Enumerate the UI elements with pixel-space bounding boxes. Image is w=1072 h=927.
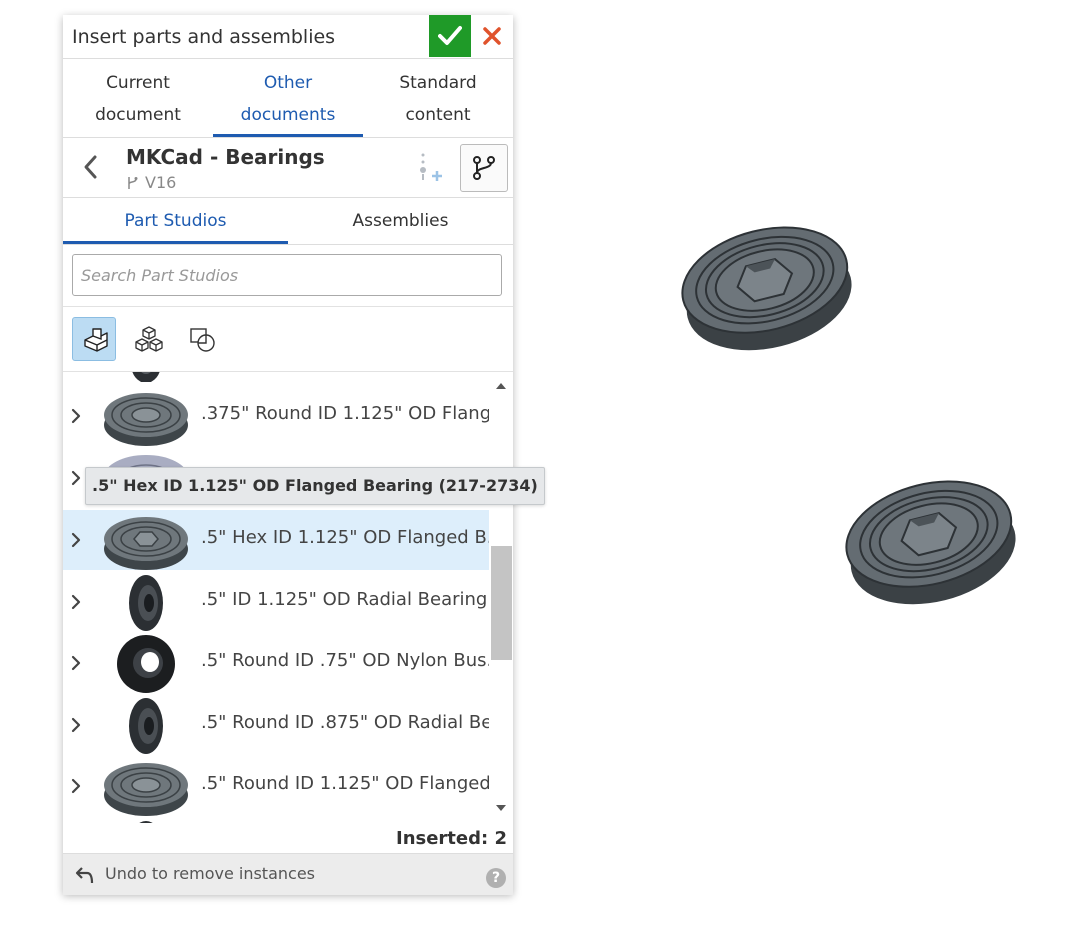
undo-remove-instances-link[interactable]: Undo to remove instances — [105, 864, 315, 883]
list-scrollbar[interactable] — [490, 372, 513, 823]
list-item[interactable] — [63, 372, 489, 382]
list-item[interactable]: .5" Round ID 1.125" OD Flanged ... — [63, 756, 489, 816]
hex-flanged-bearing-model-2[interactable] — [842, 468, 1018, 610]
list-item[interactable]: .5" Round ID .875" OD Radial Be... — [63, 695, 489, 755]
part-name: .5" Hex ID 1.125" OD Flanged B... — [201, 527, 489, 548]
expand-chevron-icon — [71, 778, 81, 794]
filter-parts-button[interactable] — [72, 317, 116, 361]
part-name: .375" Round ID 1.125" OD Flang... — [201, 403, 489, 424]
divider — [63, 306, 513, 307]
tab-assemblies[interactable]: Assemblies — [288, 198, 513, 244]
back-button[interactable] — [79, 152, 103, 182]
filter-multiple-parts-button[interactable] — [126, 317, 170, 361]
branch-icon — [473, 156, 495, 180]
thumbnail-hex-flanged-bearing-icon — [104, 517, 188, 570]
version-branch-icon — [128, 177, 138, 189]
thumbnail-nylon-bushing-icon — [117, 635, 175, 693]
part-name: .5" Round ID .875" OD Radial Be... — [201, 712, 489, 733]
thumbnail-radial-bearing-icon — [129, 698, 163, 754]
list-item[interactable]: .5" ID 1.125" OD Radial Bearing ... — [63, 572, 489, 632]
insert-configuration-icon — [420, 153, 442, 181]
tab-label-line2: documents — [240, 105, 336, 125]
tab-part-studios[interactable]: Part Studios — [63, 198, 288, 244]
tab-other-documents[interactable]: Other documents — [213, 59, 363, 137]
tab-label-line1: Current — [106, 73, 170, 93]
expand-chevron-icon — [71, 408, 81, 424]
part-name: .5" ID 1.125" OD Radial Bearing ... — [201, 589, 489, 610]
expand-chevron-icon — [71, 717, 81, 733]
dialog-title: Insert parts and assemblies — [72, 26, 336, 48]
tab-label-line2: content — [405, 105, 471, 125]
close-x-icon — [483, 27, 501, 45]
help-icon[interactable]: ? — [486, 868, 506, 888]
part-tooltip: .5" Hex ID 1.125" OD Flanged Bearing (21… — [85, 467, 545, 505]
list-item[interactable]: .375" Round ID 1.125" OD Flang... — [63, 386, 489, 446]
expand-chevron-icon — [71, 594, 81, 610]
expand-chevron-icon — [71, 532, 81, 548]
checkmark-icon — [438, 26, 462, 45]
part-icon — [84, 328, 108, 352]
expand-chevron-icon — [71, 470, 81, 486]
list-item[interactable] — [63, 818, 489, 823]
part-name: .5" Round ID .75" OD Nylon Bus... — [201, 650, 489, 671]
undo-arrow-icon[interactable] — [75, 865, 95, 885]
sketch-icon — [190, 328, 215, 352]
thumbnail-radial-bearing-icon — [139, 821, 153, 823]
part-name: .5" Round ID 1.125" OD Flanged ... — [201, 773, 489, 794]
expand-chevron-icon — [71, 655, 81, 671]
hex-flanged-bearing-model-1[interactable] — [678, 214, 854, 356]
insert-configuration-button[interactable] — [415, 152, 445, 184]
chevron-left-icon — [84, 155, 97, 179]
studio-tabs: Part Studios Assemblies — [63, 198, 513, 245]
multiple-parts-icon — [135, 326, 163, 352]
insert-parts-dialog: Insert parts and assemblies Current docu… — [63, 15, 545, 895]
filter-sketches-button[interactable] — [180, 317, 224, 361]
branch-button[interactable] — [460, 144, 508, 192]
list-item-selected[interactable]: .5" Hex ID 1.125" OD Flanged B... — [63, 510, 489, 570]
list-item[interactable]: .5" Round ID .75" OD Nylon Bus... — [63, 633, 489, 693]
document-name: MKCad - Bearings — [126, 145, 325, 169]
thumbnail-flanged-bearing-icon — [104, 393, 188, 446]
scroll-up-arrow-icon[interactable] — [494, 380, 508, 390]
tab-label-line1: Other — [263, 73, 313, 93]
dialog-footer: Undo to remove instances ? — [63, 853, 513, 895]
thumbnail-flanged-bearing-icon — [104, 763, 188, 816]
tab-standard-content[interactable]: Standard content — [363, 59, 513, 137]
thumbnail-radial-bearing-icon — [132, 372, 160, 382]
search-input[interactable] — [72, 254, 502, 296]
close-button[interactable] — [475, 17, 509, 55]
thumbnail-radial-bearing-icon — [129, 575, 163, 631]
source-tabs: Current document Other documents Standar… — [63, 59, 513, 138]
document-bar: MKCad - Bearings V16 — [63, 138, 513, 198]
tab-current-document[interactable]: Current document — [63, 59, 213, 137]
part-list: .375" Round ID 1.125" OD Flang... .5" He… — [63, 372, 489, 823]
tab-label-line2: document — [95, 105, 181, 125]
confirm-button[interactable] — [429, 15, 471, 57]
inserted-count: Inserted: 2 — [396, 828, 507, 849]
document-version: V16 — [145, 173, 177, 192]
scrollbar-thumb[interactable] — [491, 546, 512, 660]
scroll-down-arrow-icon[interactable] — [494, 804, 508, 814]
tab-label-line1: Standard — [399, 73, 477, 93]
dialog-header: Insert parts and assemblies — [63, 15, 513, 59]
